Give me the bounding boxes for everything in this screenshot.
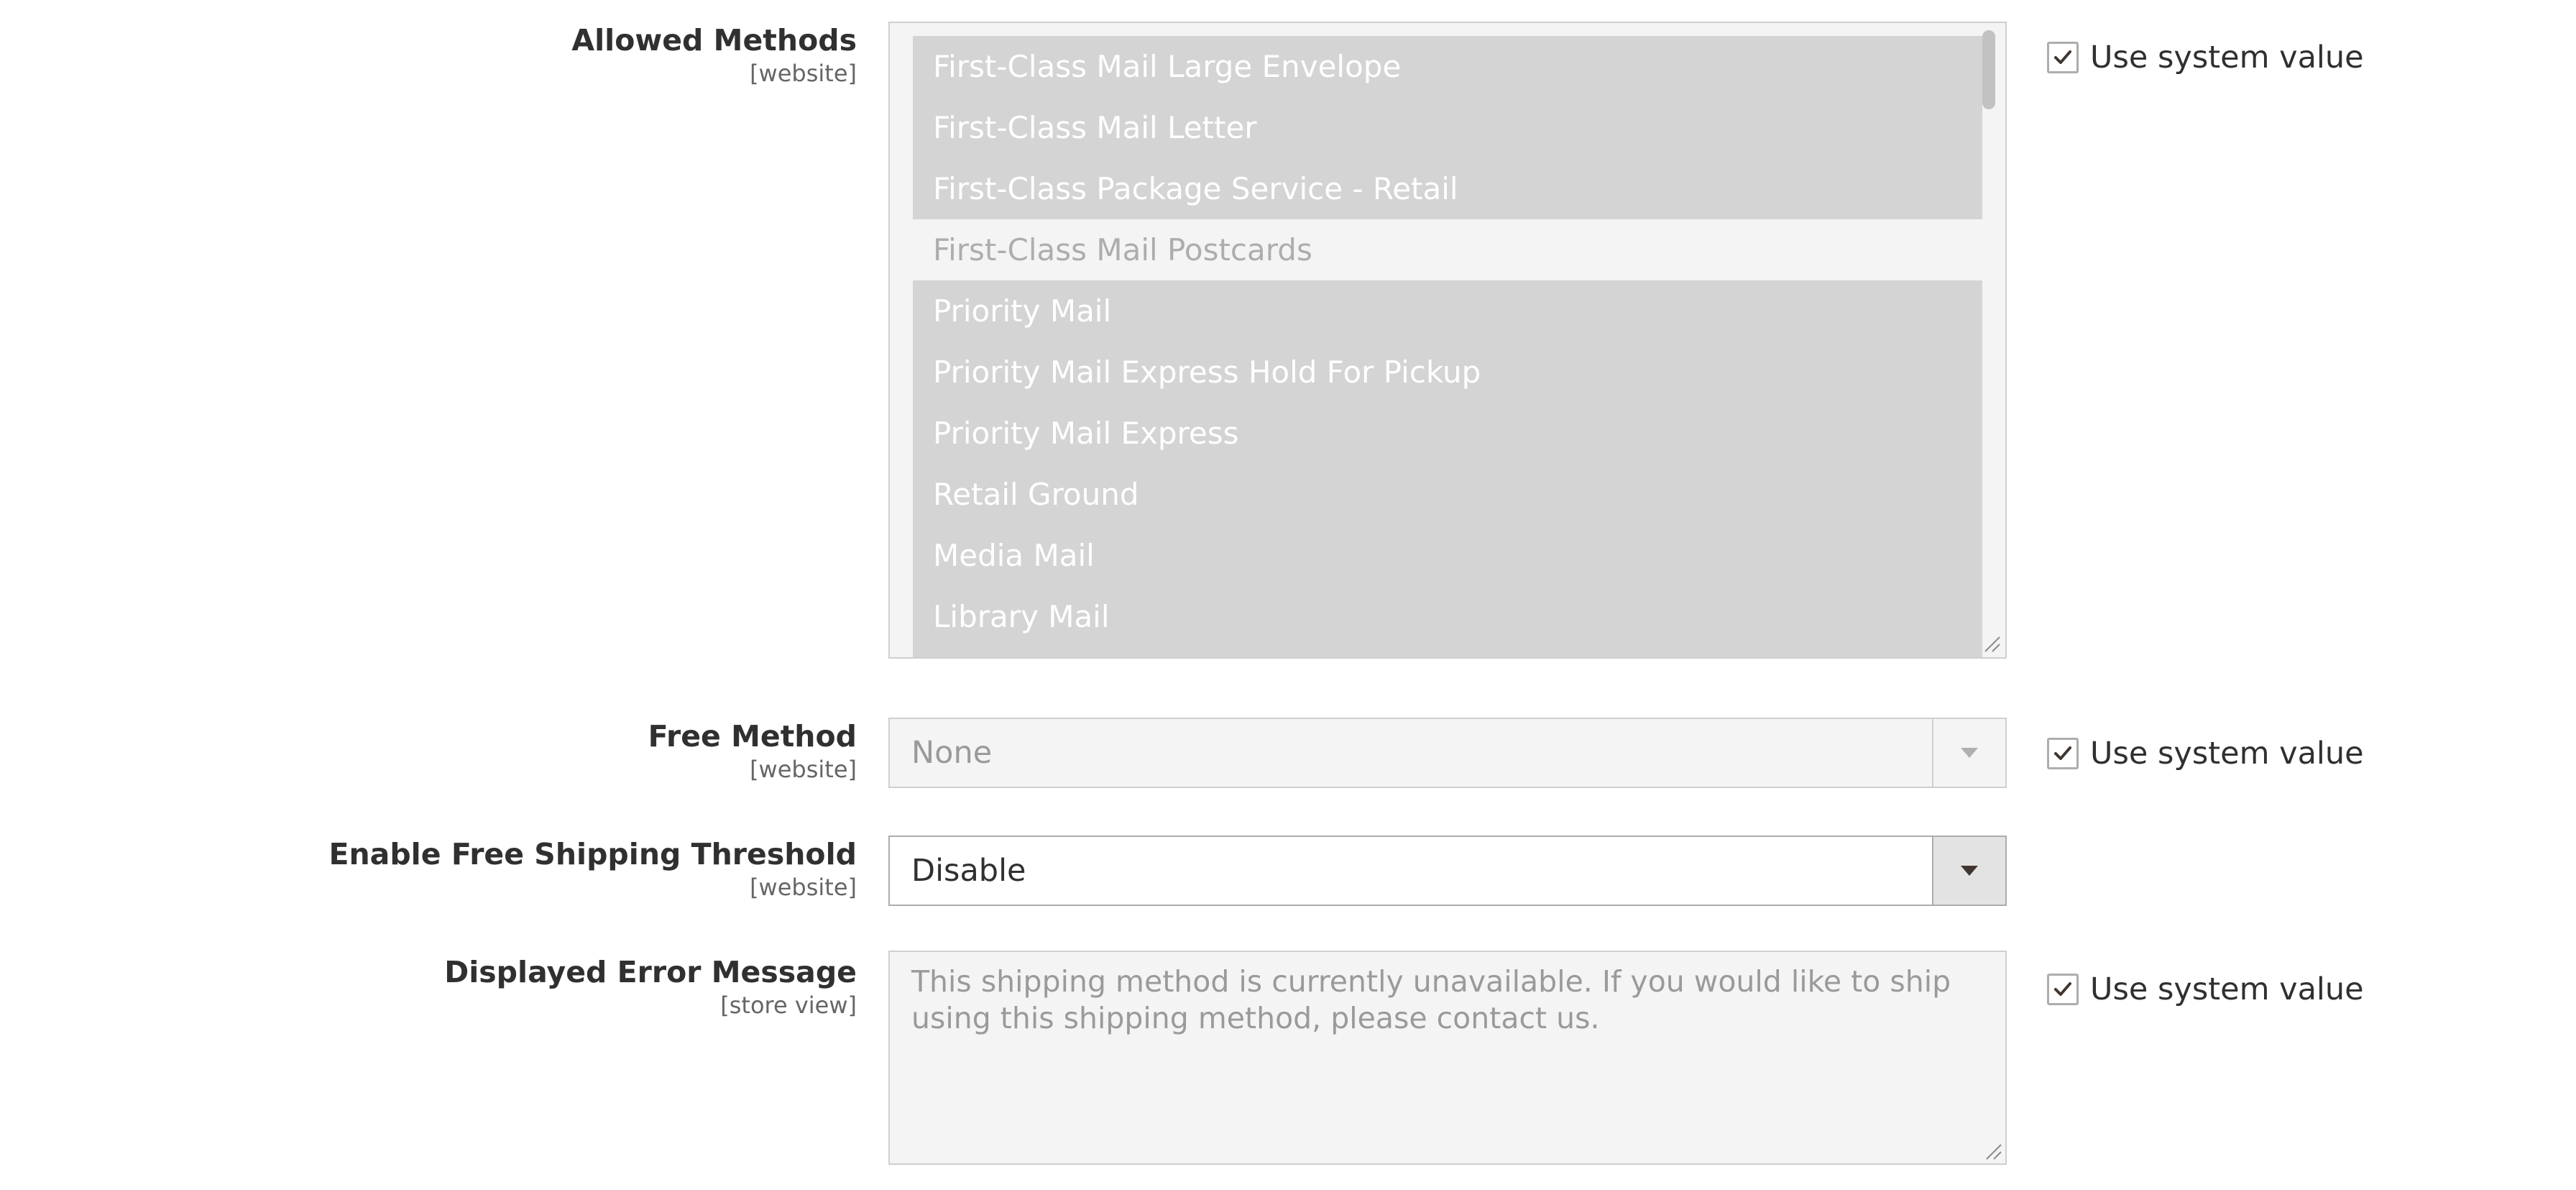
error-message-textarea[interactable]: This shipping method is currently unavai…	[888, 951, 2007, 1165]
use-system-value-label: Use system value	[2090, 40, 2364, 75]
allowed-method-option[interactable]: First-Class Package Service - Retail	[913, 158, 1982, 219]
allowed-method-option[interactable]: Priority Mail Express	[913, 403, 1982, 464]
resize-grip-icon[interactable]	[1982, 634, 2001, 653]
allowed-method-option-partial[interactable]	[913, 647, 1982, 657]
free-shipping-threshold-scope: [website]	[750, 874, 857, 901]
multiselect-scrollbar[interactable]	[1982, 30, 1995, 109]
free-shipping-threshold-select[interactable]: Disable	[888, 836, 2007, 906]
allowed-method-option[interactable]: Priority Mail	[913, 280, 1982, 342]
use-system-value-label: Use system value	[2090, 971, 2364, 1007]
allowed-method-option[interactable]: First-Class Mail Letter	[913, 97, 1982, 158]
error-message-label-group: Displayed Error Message [store view]	[444, 953, 857, 1020]
allowed-methods-multiselect[interactable]: First-Class Mail Large Envelope First-Cl…	[888, 22, 2007, 659]
checkmark-icon	[2054, 746, 2071, 760]
allowed-methods-label-group: Allowed Methods [website]	[571, 22, 857, 88]
caret-down-icon	[1961, 866, 1978, 876]
error-message-scope: [store view]	[720, 992, 857, 1019]
error-message-use-system-checkbox[interactable]	[2047, 974, 2079, 1005]
allowed-method-option[interactable]: Retail Ground	[913, 464, 1982, 525]
allowed-methods-label: Allowed Methods	[571, 23, 857, 58]
allowed-method-option[interactable]: Media Mail	[913, 525, 1982, 586]
allowed-methods-use-system-checkbox[interactable]	[2047, 42, 2079, 73]
free-shipping-threshold-label-group: Enable Free Shipping Threshold [website]	[328, 836, 857, 902]
use-system-value-label: Use system value	[2090, 736, 2364, 772]
free-method-select[interactable]: None	[888, 718, 2007, 788]
allowed-methods-options: First-Class Mail Large Envelope First-Cl…	[913, 36, 1982, 657]
free-method-use-system-checkbox[interactable]	[2047, 738, 2079, 769]
allowed-methods-use-system-value[interactable]: Use system value	[2047, 39, 2364, 76]
error-message-label: Displayed Error Message	[444, 955, 857, 989]
error-message-use-system-value[interactable]: Use system value	[2047, 971, 2364, 1008]
free-method-dropdown-button[interactable]	[1932, 719, 2005, 787]
allowed-method-option[interactable]: First-Class Mail Large Envelope	[913, 36, 1982, 97]
checkmark-icon	[2054, 982, 2071, 996]
allowed-method-option[interactable]: Library Mail	[913, 586, 1982, 647]
free-shipping-threshold-dropdown-button[interactable]	[1932, 837, 2005, 905]
caret-down-icon	[1961, 748, 1978, 758]
free-method-label: Free Method	[648, 719, 857, 754]
free-shipping-threshold-value: Disable	[911, 853, 1026, 889]
allowed-method-option[interactable]: Priority Mail Express Hold For Pickup	[913, 342, 1982, 403]
free-method-use-system-value[interactable]: Use system value	[2047, 735, 2364, 772]
allowed-methods-scope: [website]	[750, 60, 857, 87]
free-method-scope: [website]	[750, 756, 857, 783]
free-method-value: None	[911, 735, 993, 771]
allowed-method-option[interactable]: First-Class Mail Postcards	[913, 219, 1982, 280]
free-shipping-threshold-label: Enable Free Shipping Threshold	[328, 837, 857, 871]
checkmark-icon	[2054, 50, 2071, 64]
free-method-label-group: Free Method [website]	[648, 718, 857, 784]
